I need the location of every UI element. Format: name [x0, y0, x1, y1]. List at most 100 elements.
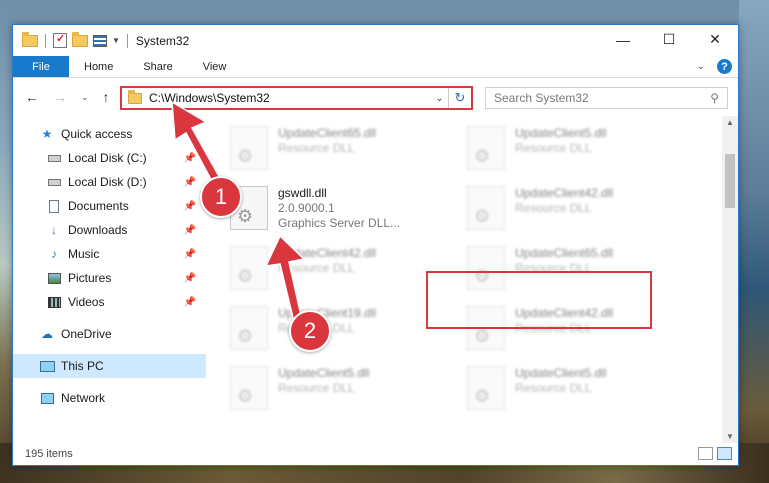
file-version: 2.0.9000.1 [278, 201, 335, 215]
tab-view[interactable]: View [188, 56, 242, 77]
nav-item-documents[interactable]: Documents 📌 [13, 194, 206, 218]
file-item[interactable]: UpdateClient5.dllResource DLL [467, 122, 704, 182]
pin-icon[interactable]: 📌 [184, 201, 196, 212]
details-view-icon[interactable] [698, 447, 713, 460]
file-name: UpdateClient5.dll [278, 366, 370, 380]
address-path[interactable]: C:\Windows\System32 [149, 91, 431, 105]
address-dropdown-icon[interactable]: ⌄ [431, 88, 449, 108]
scroll-down-icon[interactable]: ▼ [722, 432, 738, 441]
pictures-icon [46, 272, 62, 284]
file-description: Resource DLL [278, 381, 355, 395]
file-description: Resource DLL [515, 201, 592, 215]
file-name: UpdateClient5.dll [515, 126, 607, 140]
drive-icon [46, 154, 62, 162]
file-highlight-box [426, 271, 652, 329]
nav-gap [13, 378, 206, 386]
folder-icon [22, 31, 38, 47]
documents-icon [46, 199, 62, 213]
tab-file[interactable]: File [13, 56, 69, 77]
dll-file-icon [467, 366, 505, 410]
nav-item-music[interactable]: ♪ Music 📌 [13, 242, 206, 266]
music-icon: ♪ [51, 247, 57, 261]
file-item-gswdll[interactable]: gswdll.dll2.0.9000.1Graphics Server DLL.… [230, 182, 467, 242]
desktop-background [739, 0, 769, 483]
customize-toolbar-icon[interactable]: ▼ [112, 36, 120, 45]
nav-item-label: OneDrive [61, 327, 112, 341]
videos-icon [46, 296, 62, 308]
toolbar-separator [45, 33, 46, 48]
search-placeholder: Search System32 [494, 91, 589, 105]
nav-item-label: Videos [68, 295, 105, 309]
nav-item-label: Network [61, 391, 106, 405]
star-icon: ★ [41, 127, 53, 141]
pin-icon[interactable]: 📌 [184, 153, 196, 164]
dll-file-icon [230, 126, 268, 170]
nav-item-label: Local Disk (D:) [68, 175, 147, 189]
file-explorer-window: ▼ System32 — ☐ ✕ File Home Share View ⌄ … [12, 24, 739, 466]
file-name: UpdateClient65.dll [278, 126, 377, 140]
content-area: ★ Quick access Local Disk (C:) 📌 Local D… [13, 116, 738, 443]
back-arrow-icon[interactable]: ← [25, 89, 39, 105]
file-item[interactable]: UpdateClient42.dllResource DLL [467, 182, 704, 242]
ribbon-right-controls: ⌄ ? [697, 59, 732, 74]
help-icon[interactable]: ? [717, 59, 732, 74]
navigation-buttons: ← → ⌄ ↑ [13, 89, 110, 105]
computer-icon [39, 360, 55, 372]
nav-item-videos[interactable]: Videos 📌 [13, 290, 206, 314]
file-description: Graphics Server DLL... [278, 216, 401, 230]
nav-item-onedrive[interactable]: ☁ OneDrive [13, 322, 206, 346]
folder-icon [128, 89, 142, 104]
nav-item-label: Music [68, 247, 100, 261]
nav-item-quick-access[interactable]: ★ Quick access [13, 122, 206, 146]
tab-share[interactable]: Share [128, 56, 187, 77]
nav-item-local-disk-c[interactable]: Local Disk (C:) 📌 [13, 146, 206, 170]
pin-icon[interactable]: 📌 [184, 225, 196, 236]
nav-item-network[interactable]: Network [13, 386, 206, 410]
up-arrow-icon[interactable]: ↑ [103, 89, 110, 105]
file-item[interactable]: UpdateClient5.dllResource DLL [230, 362, 467, 422]
scrollbar-thumb[interactable] [725, 154, 735, 208]
new-folder-icon[interactable] [72, 31, 88, 47]
item-count: 195 items [25, 448, 73, 460]
tab-home[interactable]: Home [69, 56, 128, 77]
navigation-pane: ★ Quick access Local Disk (C:) 📌 Local D… [13, 116, 206, 443]
nav-item-this-pc[interactable]: This PC [13, 354, 206, 378]
dll-file-icon [467, 126, 505, 170]
dll-file-icon [230, 246, 268, 290]
nav-item-label: This PC [61, 359, 104, 373]
nav-item-local-disk-d[interactable]: Local Disk (D:) 📌 [13, 170, 206, 194]
file-item[interactable]: UpdateClient65.dllResource DLL [230, 122, 467, 182]
close-button[interactable]: ✕ [692, 25, 738, 54]
refresh-icon[interactable]: ↻ [449, 90, 471, 106]
pin-icon[interactable]: 📌 [184, 249, 196, 260]
pin-icon[interactable]: 📌 [184, 297, 196, 308]
minimize-button[interactable]: — [600, 25, 646, 54]
pin-icon[interactable]: 📌 [184, 273, 196, 284]
address-bar[interactable]: C:\Windows\System32 ⌄ ↻ [120, 86, 473, 110]
forward-arrow-icon[interactable]: → [53, 89, 67, 105]
status-bar: 195 items [13, 443, 738, 465]
file-item[interactable]: UpdateClient5.dllResource DLL [467, 362, 704, 422]
search-input[interactable]: Search System32 ⚲ [485, 87, 728, 109]
properties-icon[interactable] [53, 32, 67, 48]
maximize-button[interactable]: ☐ [646, 25, 692, 54]
dll-file-icon [230, 366, 268, 410]
pin-icon[interactable]: 📌 [184, 177, 196, 188]
large-icons-view-icon[interactable] [717, 447, 732, 460]
chevron-down-icon[interactable]: ⌄ [697, 61, 705, 72]
window-controls: — ☐ ✕ [600, 25, 738, 54]
vertical-scrollbar[interactable]: ▲ ▼ [722, 116, 738, 443]
window-title: System32 [135, 33, 190, 48]
toolbar-separator [126, 33, 128, 48]
nav-item-downloads[interactable]: ↓ Downloads 📌 [13, 218, 206, 242]
cloud-icon: ☁ [41, 327, 53, 341]
scroll-up-icon[interactable]: ▲ [722, 118, 738, 127]
file-name: UpdateClient65.dll [515, 246, 614, 260]
network-icon [39, 392, 55, 404]
nav-item-pictures[interactable]: Pictures 📌 [13, 266, 206, 290]
recent-locations-icon[interactable]: ⌄ [81, 92, 89, 103]
view-icon[interactable] [93, 34, 107, 47]
nav-item-label: Local Disk (C:) [68, 151, 147, 165]
step-badge-2: 2 [289, 310, 331, 352]
view-toggle [698, 447, 732, 460]
